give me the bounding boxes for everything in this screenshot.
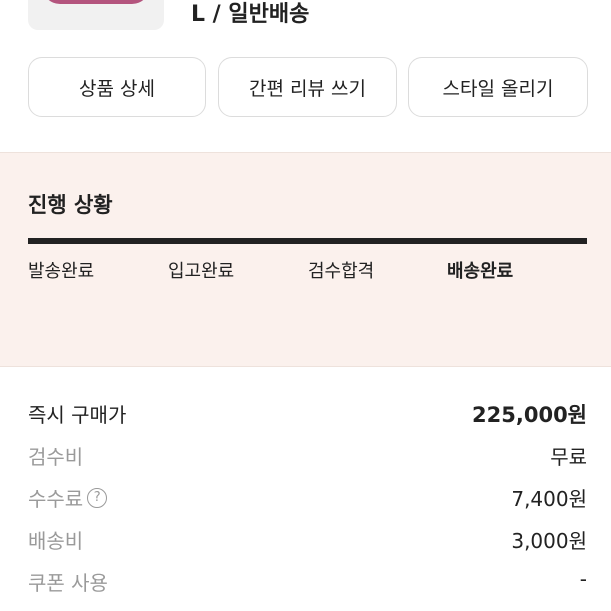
shipping-label: 배송비: [28, 529, 84, 553]
shipping-value: 3,000원: [511, 529, 587, 553]
inspection-fee-value: 무료: [550, 445, 587, 469]
progress-title: 진행 상황: [28, 193, 113, 217]
product-summary: L / 일반배송 상품 상세 간편 리뷰 쓰기 스타일 올리기: [0, 0, 611, 152]
product-thumbnail[interactable]: [28, 0, 164, 30]
product-detail-button[interactable]: 상품 상세: [28, 57, 206, 117]
question-circle-icon[interactable]: ?: [87, 487, 108, 508]
product-option-text: L / 일반배송: [191, 2, 310, 27]
price-row-instant-buy: 즉시 구매가 225,000원: [0, 391, 611, 431]
upload-style-button[interactable]: 스타일 올리기: [408, 57, 588, 117]
step-delivered: 배송완료: [447, 261, 514, 282]
coupon-value: -: [579, 567, 587, 591]
price-row-shipping: 배송비 3,000원: [0, 517, 611, 557]
price-row-commission: 수수료 ? 7,400원: [0, 475, 611, 515]
instant-buy-label: 즉시 구매가: [28, 403, 127, 427]
commission-value: 7,400원: [511, 487, 587, 511]
inspection-fee-label: 검수비: [28, 445, 84, 469]
coupon-label: 쿠폰 사용: [28, 571, 108, 595]
commission-label: 수수료: [28, 487, 84, 511]
price-row-coupon: 쿠폰 사용 -: [0, 559, 611, 599]
step-received: 입고완료: [168, 261, 235, 282]
commission-label-group: 수수료 ?: [28, 483, 108, 512]
progress-section: 진행 상황 발송완료 입고완료 검수합격 배송완료: [0, 152, 611, 367]
sweatshirt-image: [42, 0, 150, 4]
instant-buy-value: 225,000원: [472, 403, 587, 427]
step-inspection-passed: 검수합격: [308, 261, 375, 282]
quick-review-button[interactable]: 간편 리뷰 쓰기: [218, 57, 397, 117]
progress-bar: [28, 238, 587, 244]
action-button-row: 상품 상세 간편 리뷰 쓰기 스타일 올리기: [28, 57, 588, 119]
step-shipped: 발송완료: [28, 261, 95, 282]
price-row-inspection-fee: 검수비 무료: [0, 433, 611, 473]
